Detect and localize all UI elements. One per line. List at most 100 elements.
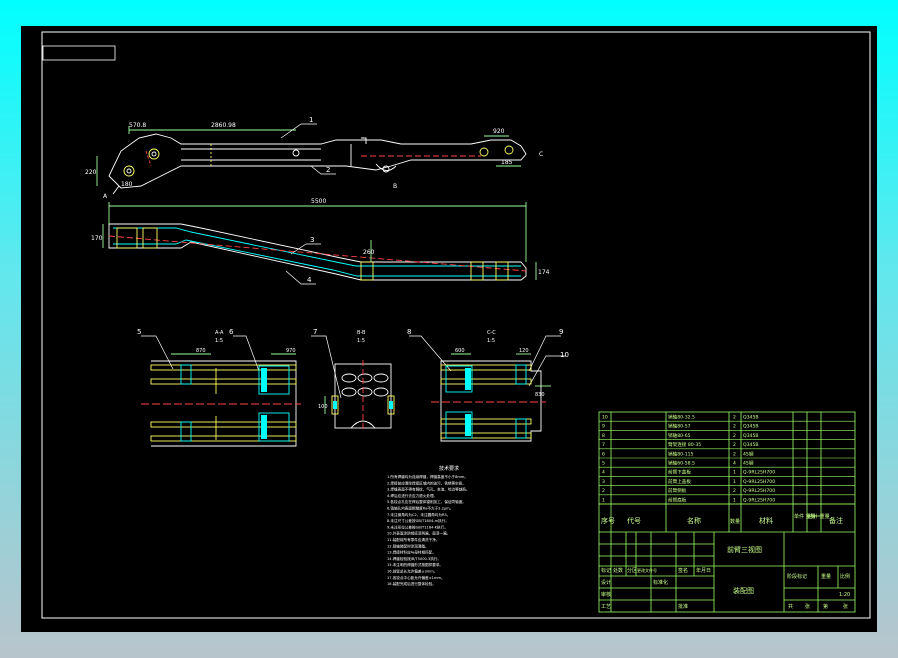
bom-row: 4 前臂下盖板 1 Q-9RL25H700	[599, 469, 855, 477]
front-dim-c: 920	[493, 128, 505, 135]
bom-col-seq: 序号	[601, 516, 615, 525]
bom-cell-material: Q345B	[743, 415, 759, 421]
bom-cell-qty: 4	[733, 461, 736, 467]
note-line: 7.未注倒角均为C2，未注圆角均为R5。	[387, 512, 450, 517]
bom-cell-material: Q-9RL25H700	[743, 488, 775, 494]
note-line: 10.外表面涂防锈底漆两遍，面漆一遍。	[387, 531, 450, 536]
drawing-frame: 570.8 2860.98 920 185 220 180 A B C 5500…	[21, 26, 877, 632]
bom-cell-no: 10	[602, 415, 608, 421]
note-line: 6.销轴孔内表面粗糙度Ra不大于3.2μm。	[387, 506, 453, 511]
front-dim-d: 185	[501, 159, 513, 166]
bom-cell-name: 销轴80-115	[668, 450, 694, 457]
bom-table: 10 销轴80-32.5 2 Q345B 9 销轴80-57 2 Q345B 8 销轴80-65 2…	[599, 414, 855, 505]
front-dim-left: 220	[85, 169, 97, 176]
label-b: B	[393, 183, 397, 190]
scale-value: 1:20	[839, 592, 850, 598]
balloon-9: 9	[559, 328, 563, 336]
balloon-2: 2	[326, 166, 330, 174]
front-dim-a: 570.8	[129, 122, 146, 129]
bom-cell-no: 6	[602, 451, 605, 457]
note-line: 17.各铰点中心距允许偏差±1mm。	[387, 575, 445, 580]
balloon-10: 10	[560, 351, 569, 359]
bom-row: 10 销轴80-32.5 2 Q345B	[599, 414, 855, 422]
lbl-weight: 重量	[821, 573, 831, 580]
bom-row: 6 销轴80-115 2 45钢	[599, 450, 855, 459]
bom-cell-qty: 2	[733, 433, 736, 439]
bom-cell-qty: 2	[733, 415, 736, 421]
bom-col-name: 名称	[687, 516, 701, 525]
bom-cell-material: 45钢	[743, 450, 754, 457]
bom-cell-name: 销轴80-32.5	[668, 414, 695, 421]
lbl-total-sheets: 共	[788, 603, 793, 610]
note-line: 15.未注明的焊缝形式按图样要求。	[387, 562, 443, 567]
cc-title: C-C	[487, 330, 496, 336]
bom-cell-name: 前臂侧板	[668, 487, 687, 494]
bom-cell-qty: 1	[733, 479, 736, 485]
section-bb	[324, 360, 395, 432]
lbl-sheet: 张	[805, 603, 810, 610]
bom-cell-name: 前臂底板	[668, 496, 687, 503]
bom-cell-name: 销轴80-57	[668, 423, 691, 430]
bom-col-note: 备注	[829, 516, 843, 525]
note-line: 3.焊缝表面不得有裂纹、气孔、夹渣、咬边等缺陷。	[387, 487, 470, 492]
section-aa	[141, 353, 301, 447]
drawing-border	[41, 31, 871, 619]
cc-dim3: 830	[535, 392, 545, 398]
title-block	[598, 411, 856, 613]
bom-cell-material: Q-9RL25H700	[743, 479, 775, 485]
front-view	[96, 126, 527, 195]
bom-cell-qty: 2	[733, 451, 736, 457]
note-line: 12.销轴装配时涂润滑脂。	[387, 543, 429, 548]
label-a: A	[103, 193, 108, 200]
note-line: 1.所有焊缝均为连续焊缝，焊缝高度不小于8mm。	[387, 474, 468, 479]
note-line: 4.焊后应进行去应力退火处理。	[387, 493, 437, 498]
bom-cell-name: 臂架连接 80-35	[668, 441, 701, 448]
note-line: 11.装配前所有零件应清洗干净。	[387, 537, 439, 542]
cc-dim2: 120	[519, 348, 529, 354]
bom-cell-material: 45钢	[743, 460, 754, 467]
balloon-7: 7	[313, 328, 317, 336]
lbl-std: 标准化	[653, 579, 668, 586]
bom-cell-qty: 2	[733, 424, 736, 430]
bom-cell-no: 4	[602, 470, 605, 476]
lbl-stage: 阶段标记	[787, 573, 807, 580]
lbl-design: 设计	[601, 579, 611, 586]
aa-scale: 1:5	[215, 338, 223, 344]
bom-cell-material: Q-9RL25H700	[743, 470, 775, 476]
bom-cell-material: Q-9RL25H700	[743, 497, 775, 503]
top-dim-right: 174	[538, 269, 550, 276]
balloon-8: 8	[407, 328, 411, 336]
technical-notes: 技术要求 1.所有焊缝均为连续焊缝，焊缝高度不小于8mm。2.焊接前应清除焊接区…	[387, 465, 470, 586]
top-dim-mid: 260	[363, 249, 375, 256]
note-line: 2.焊接前应清除焊接区域内的油污、铁锈等杂质。	[387, 480, 466, 485]
bb-title: B-B	[357, 330, 366, 336]
balloon-5: 5	[137, 328, 141, 336]
bom-row: 5 销轴60-58.5 4 45钢	[599, 460, 855, 468]
lbl-check: 审核	[601, 591, 611, 598]
bom-cell-qty: 1	[733, 470, 736, 476]
bom-row: 7 臂架连接 80-35 2 Q345B	[599, 441, 855, 450]
balloon-6: 6	[229, 328, 234, 336]
balloon-1: 1	[309, 116, 313, 124]
notes-title: 技术要求	[439, 465, 459, 472]
bom-row: 2 前臂侧板 2 Q-9RL25H700	[599, 487, 855, 496]
bom-cell-no: 2	[602, 488, 605, 494]
bom-row: 3 前臂上盖板 1 Q-9RL25H700	[599, 478, 855, 486]
bom-cell-qty: 2	[733, 488, 736, 494]
cad-drawing: 570.8 2860.98 920 185 220 180 A B C 5500…	[41, 31, 871, 619]
bom-cell-no: 1	[602, 497, 605, 503]
bom-cell-no: 5	[602, 461, 605, 467]
front-dim-bot: 180	[121, 181, 133, 188]
bb-dim1: 100	[318, 404, 328, 410]
bom-row: 8 销轴80-65 2 Q345B	[599, 432, 855, 440]
bom-col-qty: 数量	[730, 518, 740, 525]
bom-cell-name: 前臂下盖板	[668, 469, 691, 476]
bom-cell-name: 前臂上盖板	[668, 478, 691, 485]
balloon-3: 3	[310, 236, 314, 244]
balloon-4: 4	[307, 276, 312, 284]
lbl-zone: 分区	[627, 567, 637, 574]
lbl-process: 工艺	[601, 604, 611, 610]
note-line: 9.未注形位公差按GB/T1184-K执行。	[387, 524, 448, 529]
lbl-sign: 签名	[678, 567, 688, 574]
bom-col-code: 代号	[627, 516, 641, 525]
